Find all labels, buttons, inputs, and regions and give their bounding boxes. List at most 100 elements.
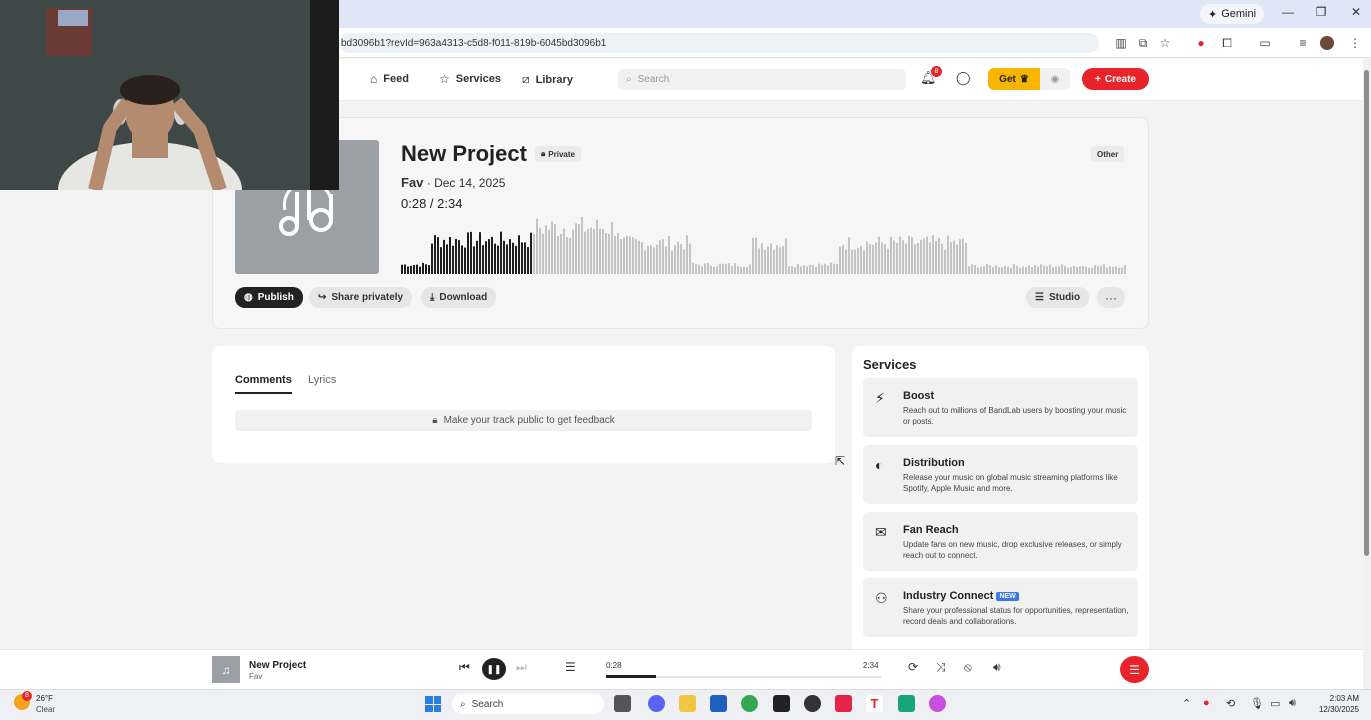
waveform-bar <box>959 239 961 274</box>
search-icon: ⌕ <box>460 698 466 710</box>
app-icon[interactable] <box>804 695 821 712</box>
pause-button[interactable]: ❚❚ <box>482 658 506 680</box>
waveform-bar <box>875 242 877 274</box>
speaker-icon[interactable]: 🔊︎ <box>1289 697 1296 710</box>
waveform-bar <box>791 266 793 274</box>
service-name: Fan Reach <box>903 524 959 536</box>
waveform-bar <box>728 262 730 274</box>
tiktok-icon[interactable] <box>835 695 852 712</box>
waveform[interactable] <box>401 212 1127 274</box>
gemini-button[interactable]: ✦ Gemini <box>1200 4 1265 24</box>
weather-temperature: 26°F <box>36 694 53 703</box>
waveform-bar <box>890 236 892 274</box>
media-controls-icon[interactable]: ≡ <box>1294 34 1312 52</box>
share-icon: ↪ <box>318 292 327 303</box>
mail-icon: ✉ <box>875 524 887 540</box>
reader-mode-icon[interactable]: ▥ <box>1112 34 1130 52</box>
scrollbar-thumb[interactable] <box>1364 70 1369 556</box>
waveform-bar <box>818 263 820 274</box>
sidepanel-icon[interactable]: ▭ <box>1256 34 1274 52</box>
tray-sync-icon[interactable]: ⟲ <box>1226 697 1235 710</box>
waveform-bar <box>854 249 856 274</box>
nav-services[interactable]: ☆ Services <box>439 72 501 86</box>
store-icon[interactable] <box>710 695 727 712</box>
cast-icon[interactable]: ⧉ <box>1134 34 1152 52</box>
create-button[interactable]: + Create <box>1082 68 1149 90</box>
service-fan-reach[interactable]: ✉ Fan Reach Update fans on new music, dr… <box>863 512 1138 571</box>
waveform-bar <box>482 245 484 274</box>
tray-app-icon[interactable]: ● <box>1203 697 1210 709</box>
task-view-icon[interactable] <box>614 695 631 712</box>
browser-menu-icon[interactable]: ⋮ <box>1346 34 1364 52</box>
artist-name[interactable]: Fav <box>401 175 423 190</box>
minimize-button[interactable]: — <box>1276 5 1300 19</box>
download-button[interactable]: ⤓ Download <box>421 287 497 308</box>
player-artist[interactable]: Fav <box>249 672 262 681</box>
waveform-bar <box>734 263 736 274</box>
waveform-bar <box>767 246 769 274</box>
taskbar-search[interactable]: ⌕ Search <box>452 694 604 714</box>
waveform-bar <box>566 237 568 274</box>
waveform-bar <box>917 243 919 274</box>
tray-chevron-icon[interactable]: ⌃ <box>1182 697 1191 710</box>
shuffle-icon[interactable]: ⤨ <box>936 660 946 675</box>
service-industry-connect[interactable]: ⚇ Industry Connect NEW Share your profess… <box>863 578 1138 637</box>
queue-button[interactable]: ☰ <box>1120 656 1149 683</box>
windows-start-icon[interactable] <box>425 696 441 712</box>
waveform-bar <box>1085 266 1087 274</box>
next-track-icon[interactable]: ⏭︎ <box>516 660 527 675</box>
notes-icon[interactable] <box>898 695 915 712</box>
network-icon[interactable]: ▭ <box>1270 697 1280 710</box>
waveform-bar <box>530 232 532 274</box>
close-window-button[interactable]: ✕ <box>1344 5 1368 19</box>
waveform-bar <box>1073 266 1075 274</box>
service-boost[interactable]: ⚡︎ Boost Reach out to millions of BandLa… <box>863 378 1138 437</box>
system-clock[interactable]: 2:03 AM 12/30/2025 <box>1311 693 1359 715</box>
url-field[interactable]: bd3096b1?revId=963a4313-c5d8-f011-819b-6… <box>339 33 1099 53</box>
autoplay-icon[interactable]: ⦸ <box>964 660 972 675</box>
extension-red-icon[interactable]: ● <box>1192 34 1210 52</box>
waveform-bar <box>866 241 868 274</box>
itunes-icon[interactable] <box>929 695 946 712</box>
waveform-bar <box>878 236 880 274</box>
repeat-icon[interactable]: ⟳ <box>908 660 918 674</box>
search-input[interactable]: ⌕ Search <box>618 69 906 90</box>
text-app-icon[interactable]: T <box>866 695 883 712</box>
lock-icon: 🔒︎ <box>541 149 546 158</box>
volume-icon[interactable]: 🔊︎ <box>993 660 1001 675</box>
nav-library[interactable]: ⧄ Library <box>522 72 573 87</box>
more-options-button[interactable]: ··· <box>1097 287 1125 308</box>
publish-button[interactable]: ◍ Publish <box>235 287 303 308</box>
tab-lyrics[interactable]: Lyrics <box>308 374 336 386</box>
epic-games-icon[interactable] <box>773 695 790 712</box>
waveform-bar <box>848 237 850 274</box>
file-explorer-icon[interactable] <box>679 695 696 712</box>
profile-avatar-icon[interactable] <box>1320 36 1334 50</box>
waveform-bar <box>950 242 952 274</box>
microphone-icon[interactable]: 🎙︎ <box>1250 697 1264 710</box>
waveform-bar <box>602 228 604 274</box>
service-distribution[interactable]: ◐ Distribution Release your music on glo… <box>863 445 1138 504</box>
studio-button[interactable]: ☰ Studio <box>1026 287 1090 308</box>
waveform-bar <box>518 235 520 274</box>
messages-icon[interactable]: ◯ <box>956 70 971 86</box>
restore-button[interactable]: ❐ <box>1309 5 1333 19</box>
player-title[interactable]: New Project <box>249 660 306 671</box>
waveform-bar <box>1091 267 1093 274</box>
nav-feed[interactable]: ⌂ Feed <box>370 72 409 86</box>
share-privately-button[interactable]: ↪ Share privately <box>309 287 413 308</box>
tab-comments[interactable]: Comments <box>235 374 292 394</box>
waveform-bar <box>1124 265 1126 274</box>
discord-icon[interactable] <box>648 695 665 712</box>
queue-list-icon[interactable]: ☰ <box>565 660 576 674</box>
bookmark-star-icon[interactable]: ☆ <box>1156 34 1174 52</box>
clock-time: 2:03 AM <box>1329 694 1359 703</box>
previous-track-icon[interactable]: ⏮︎ <box>459 660 470 675</box>
player-thumbnail[interactable]: ♫ <box>212 656 240 683</box>
extensions-puzzle-icon[interactable]: ⧠ <box>1218 34 1236 52</box>
user-avatar-button[interactable]: ◉ <box>1040 68 1070 90</box>
get-membership-button[interactable]: Get ♛ <box>988 68 1040 90</box>
genre-tag[interactable]: Other <box>1091 146 1125 162</box>
chrome-icon[interactable] <box>741 695 758 712</box>
waveform-bar <box>731 265 733 274</box>
